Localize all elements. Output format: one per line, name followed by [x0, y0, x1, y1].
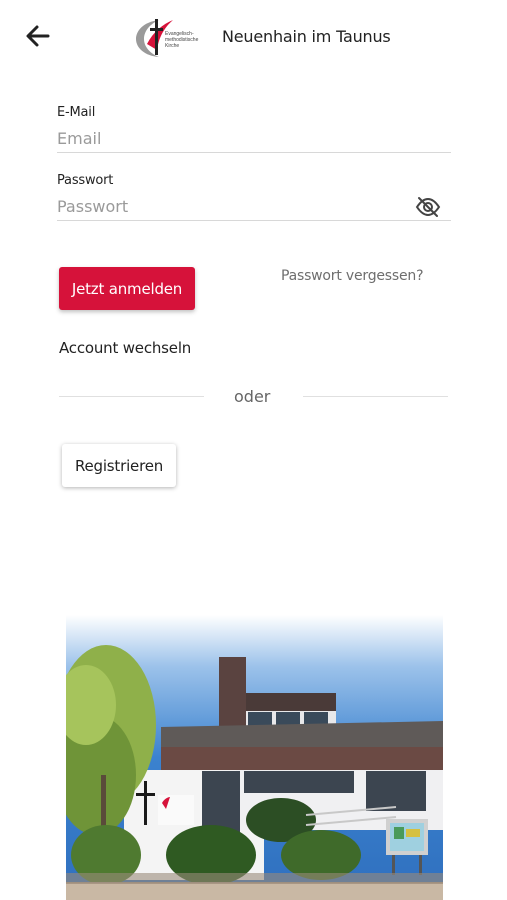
login-form: E-Mail Passwort — [57, 105, 451, 221]
church-building-image — [66, 615, 443, 900]
password-field-wrapper — [57, 191, 451, 221]
email-label: E-Mail — [57, 105, 96, 120]
arrow-left-icon[interactable] — [22, 22, 52, 50]
forgot-password-link[interactable]: Passwort vergessen? — [281, 268, 424, 284]
password-label: Passwort — [57, 173, 114, 188]
logo-text: Evangelisch- methodistische Kirche — [165, 31, 199, 49]
divider-left — [59, 396, 204, 397]
divider-right — [303, 396, 448, 397]
email-field[interactable] — [57, 123, 451, 153]
eye-off-icon[interactable] — [415, 196, 441, 218]
register-button[interactable]: Registrieren — [62, 444, 176, 487]
login-button[interactable]: Jetzt anmelden — [59, 267, 195, 310]
email-field-wrapper — [57, 123, 451, 153]
password-field[interactable] — [57, 191, 451, 221]
switch-account-link[interactable]: Account wechseln — [59, 339, 191, 357]
app-header: Evangelisch- methodistische Kirche Neuen… — [0, 0, 507, 76]
page-title: Neuenhain im Taunus — [222, 27, 391, 46]
or-separator: oder — [234, 387, 271, 406]
